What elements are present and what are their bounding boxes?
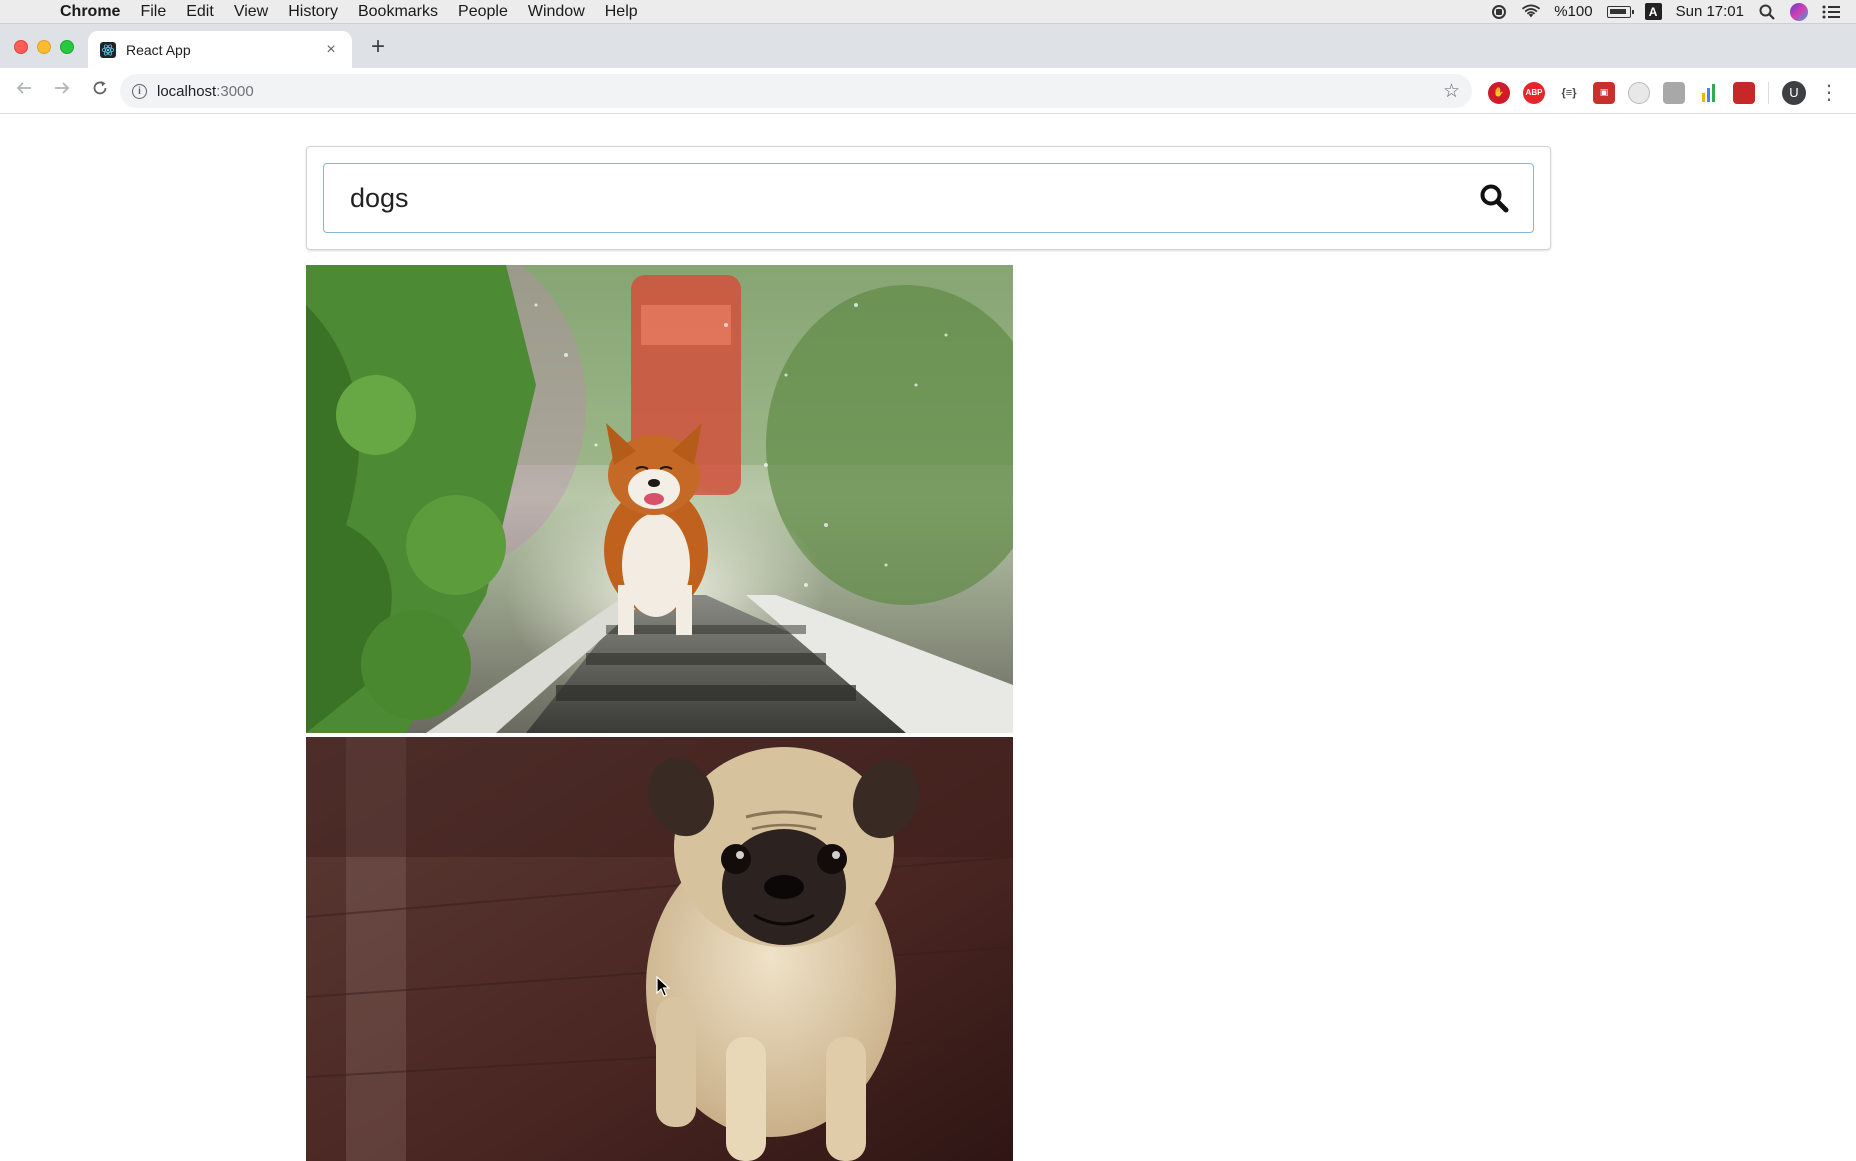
battery-percent[interactable]: %100 <box>1554 3 1592 20</box>
new-tab-button[interactable]: + <box>366 35 390 59</box>
macos-menu-bar: Chrome File Edit View History Bookmarks … <box>0 0 1856 24</box>
browser-tab-strip: React App × + <box>0 24 1856 68</box>
corgi-photo <box>306 265 1013 733</box>
profile-avatar[interactable]: U <box>1782 80 1806 105</box>
menu-people[interactable]: People <box>448 3 518 21</box>
battery-icon[interactable] <box>1606 5 1634 18</box>
notification-center-icon[interactable] <box>1822 4 1840 20</box>
browser-toolbar: i localhost:3000 ☆ ✋ ABP {≡} ▣ U ⋮ <box>0 68 1856 114</box>
input-source-icon[interactable]: A <box>1644 3 1662 20</box>
tab-react-app[interactable]: React App × <box>88 31 352 68</box>
menu-file[interactable]: File <box>130 3 176 21</box>
menu-window[interactable]: Window <box>518 3 595 21</box>
menu-history[interactable]: History <box>278 3 348 21</box>
puzzle-extension-icon[interactable]: ▣ <box>1593 81 1615 104</box>
spotlight-search-icon[interactable] <box>1758 4 1776 20</box>
url-port: :3000 <box>216 82 254 100</box>
briefcase-extension-icon[interactable] <box>1663 81 1685 104</box>
mouse-cursor-icon <box>656 976 670 997</box>
image-corgi[interactable] <box>306 265 1013 733</box>
screen-record-icon[interactable] <box>1490 4 1508 20</box>
search-input-value[interactable]: dogs <box>350 183 1479 214</box>
wifi-icon[interactable] <box>1522 4 1541 20</box>
stop-hand-extension-icon[interactable]: ✋ <box>1488 81 1510 104</box>
reload-icon <box>93 81 107 95</box>
bookmark-star-icon[interactable]: ☆ <box>1443 80 1460 103</box>
extension-toolbar: ✋ ABP {≡} ▣ U ⋮ <box>1488 80 1839 105</box>
menu-view[interactable]: View <box>224 3 278 21</box>
arrow-left-icon <box>16 82 31 94</box>
page-content: dogs <box>0 114 1856 1161</box>
toolbar-divider <box>1768 81 1769 104</box>
search-form-segment: dogs <box>306 146 1551 250</box>
tab-title: React App <box>126 41 191 58</box>
tab-close-icon[interactable]: × <box>322 41 340 59</box>
json-formatter-extension-icon[interactable]: {≡} <box>1558 82 1580 104</box>
bookmark-extension-icon[interactable] <box>1733 81 1755 104</box>
menu-app-name[interactable]: Chrome <box>60 3 130 21</box>
search-input[interactable]: dogs <box>323 163 1534 233</box>
arrow-right-icon <box>55 82 70 94</box>
chrome-menu-icon[interactable]: ⋮ <box>1819 80 1839 105</box>
address-bar[interactable]: i localhost:3000 ☆ <box>120 74 1472 108</box>
reload-button[interactable] <box>81 80 119 101</box>
siri-icon[interactable] <box>1790 2 1808 21</box>
adblock-plus-extension-icon[interactable]: ABP <box>1523 81 1545 104</box>
close-window-button[interactable] <box>14 40 28 54</box>
bar-chart-extension-icon[interactable] <box>1698 82 1720 104</box>
back-button[interactable] <box>5 80 43 101</box>
menu-edit[interactable]: Edit <box>176 3 224 21</box>
clock-extension-icon[interactable] <box>1628 81 1650 104</box>
site-info-icon[interactable]: i <box>132 83 147 99</box>
search-icon[interactable] <box>1479 183 1509 213</box>
forward-button[interactable] <box>43 80 81 101</box>
image-pug[interactable] <box>306 737 1013 1161</box>
menubar-clock[interactable]: Sun 17:01 <box>1676 3 1744 20</box>
menu-bookmarks[interactable]: Bookmarks <box>348 3 448 21</box>
react-favicon-icon <box>100 41 116 58</box>
menu-help[interactable]: Help <box>595 3 648 21</box>
pug-photo <box>306 737 1013 1161</box>
url-host: localhost <box>157 82 217 100</box>
window-controls <box>14 40 74 54</box>
minimize-window-button[interactable] <box>37 40 51 54</box>
maximize-window-button[interactable] <box>60 40 74 54</box>
